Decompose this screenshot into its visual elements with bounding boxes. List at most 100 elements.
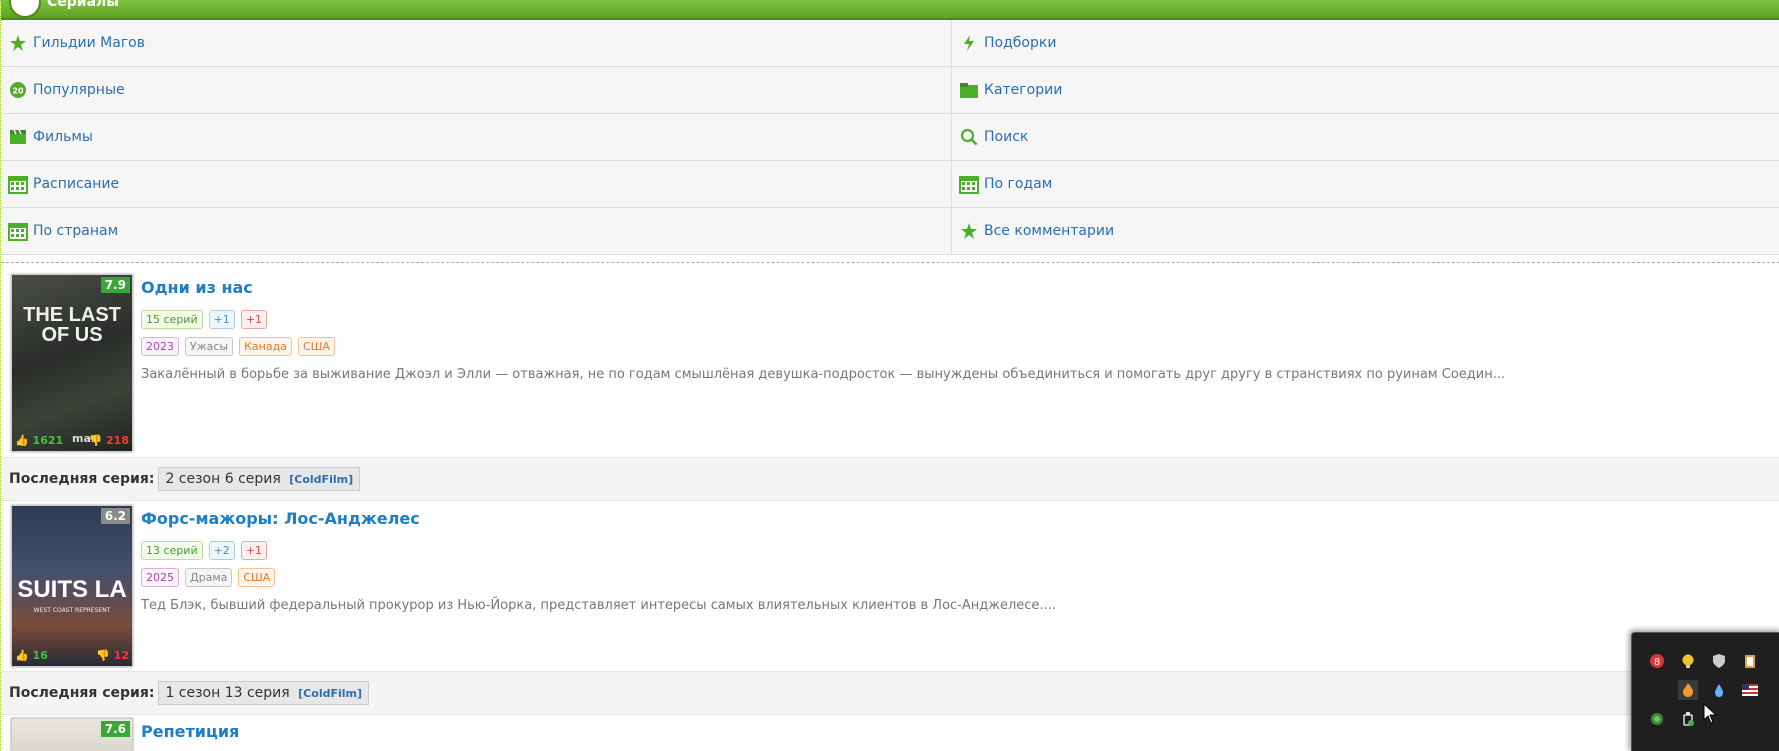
show-card: THE LAST OF US max 7.9 👍 1621 👎 218 Одни… <box>1 270 1779 460</box>
last-episode-bar: Последняя серия: 2 сезон 6 серия [ColdFi… <box>1 457 1779 501</box>
svg-text:8: 8 <box>1654 657 1660 668</box>
show-title-link[interactable]: Репетиция <box>141 722 239 741</box>
nav-link[interactable]: Фильмы <box>33 129 93 145</box>
nav-link[interactable]: Все комментарии <box>984 223 1114 239</box>
drop-icon[interactable] <box>1709 680 1729 700</box>
year-tag[interactable]: 2023 <box>141 337 179 356</box>
header-title: Сериалы <box>47 0 119 10</box>
plus-badge: +1 <box>240 310 268 329</box>
last-episode-label: Последняя серия: <box>9 471 155 487</box>
header-bar: Сериалы <box>1 0 1779 20</box>
thumbs-down-icon: 👎 <box>88 434 103 447</box>
likes-count[interactable]: 👍 1621 <box>15 434 63 447</box>
last-episode-label: Последняя серия: <box>9 685 155 701</box>
nav-item-by-countries[interactable]: По странам <box>1 208 951 254</box>
nav-link[interactable]: Расписание <box>33 176 119 192</box>
flame-app-icon[interactable] <box>1678 680 1698 700</box>
episode-count-badge: 15 серий <box>141 310 203 329</box>
rating-badge: 7.9 <box>100 277 130 293</box>
likes-value: 16 <box>32 649 48 662</box>
nav-item-by-years[interactable]: По годам <box>951 161 1779 207</box>
thumbs-down-icon: 👎 <box>96 649 110 662</box>
nav-item-popular[interactable]: 20 Популярные <box>1 67 951 113</box>
nav-item-schedule[interactable]: Расписание <box>1 161 951 207</box>
calendar-icon <box>958 173 980 195</box>
nav-row: Гильдии Магов Подборки <box>1 20 1779 67</box>
nav-link[interactable]: По годам <box>984 176 1052 192</box>
mouse-cursor <box>1703 702 1718 729</box>
rating-badge: 6.2 <box>100 508 130 524</box>
show-card: 7.6 Репетиция <box>1 714 1779 751</box>
nav-link[interactable]: Подборки <box>984 35 1056 51</box>
shield-icon[interactable] <box>1709 651 1729 671</box>
country-tag[interactable]: США <box>297 337 335 356</box>
svg-text:20: 20 <box>12 87 24 96</box>
plus-badge: +1 <box>240 541 268 560</box>
clapperboard-icon <box>7 126 29 148</box>
clipboard-icon[interactable] <box>1740 651 1760 671</box>
episode-badges: 13 серий +2 +1 <box>141 541 268 560</box>
nav-link[interactable]: Поиск <box>984 129 1028 145</box>
show-description: Закалённый в борьбе за выживание Джоэл и… <box>141 367 1506 382</box>
last-episode-bar: Последняя серия: 1 сезон 13 серия [ColdF… <box>1 671 1779 715</box>
show-title-link[interactable]: Одни из нас <box>141 278 253 297</box>
nav-link[interactable]: Категории <box>984 82 1062 98</box>
network-icon[interactable] <box>1647 709 1667 729</box>
poster-image[interactable]: SUITS LA WEST COAST REPRESENT 6.2 👍 16 👎… <box>11 505 133 667</box>
country-tag[interactable]: США <box>238 568 276 587</box>
last-episode-value: 2 сезон 6 серия [ColdFilm] <box>158 467 361 491</box>
nav-item-all-comments[interactable]: Все комментарии <box>951 208 1779 254</box>
poster-title-art: SUITS LA <box>17 576 127 603</box>
nav-item-guilds[interactable]: Гильдии Магов <box>1 20 951 66</box>
flag-us-icon[interactable] <box>1740 680 1760 700</box>
last-episode-source[interactable]: [ColdFilm] <box>289 473 353 486</box>
search-icon <box>958 126 980 148</box>
folder-icon <box>958 79 980 101</box>
nav-row: По странам Все комментарии <box>1 208 1779 255</box>
usb-eject-icon[interactable] <box>1678 709 1698 729</box>
nav-link[interactable]: Гильдии Магов <box>33 35 145 51</box>
plus-badge: +2 <box>208 541 235 560</box>
system-tray-overflow: 8 <box>1631 632 1779 751</box>
genre-tag[interactable]: Ужасы <box>185 337 234 356</box>
dislikes-count[interactable]: 👎 12 <box>96 649 129 662</box>
last-episode-source[interactable]: [ColdFilm] <box>298 687 362 700</box>
calendar-icon <box>7 173 29 195</box>
likes-count[interactable]: 👍 16 <box>15 649 48 662</box>
last-episode-value: 1 сезон 13 серия [ColdFilm] <box>158 681 370 705</box>
popular-20-icon: 20 <box>7 79 29 101</box>
genre-tag[interactable]: Драма <box>185 568 233 587</box>
dislikes-count[interactable]: 👎 218 <box>88 434 129 447</box>
poster-image[interactable]: THE LAST OF US max 7.9 👍 1621 👎 218 <box>11 274 133 452</box>
tag-badges: 2025 Драма США <box>141 568 276 587</box>
nav-item-movies[interactable]: Фильмы <box>1 114 951 160</box>
show-title-link[interactable]: Форс-мажоры: Лос-Анджелес <box>141 509 420 528</box>
nav-row: Расписание По годам <box>1 161 1779 208</box>
last-episode-text: 1 сезон 13 серия <box>165 685 290 701</box>
thumbs-up-icon: 👍 <box>15 434 29 447</box>
poster-image[interactable]: 7.6 <box>11 718 133 751</box>
divider <box>1 262 1779 263</box>
show-card: SUITS LA WEST COAST REPRESENT 6.2 👍 16 👎… <box>1 501 1779 671</box>
poster-title-art: THE LAST OF US <box>23 304 121 346</box>
country-tag[interactable]: Канада <box>239 337 292 356</box>
nav-link[interactable]: Популярные <box>33 82 125 98</box>
year-tag[interactable]: 2025 <box>141 568 179 587</box>
nav-item-collections[interactable]: Подборки <box>951 20 1779 66</box>
dislikes-value: 218 <box>106 434 129 447</box>
nav-link[interactable]: По странам <box>33 223 118 239</box>
show-description: Тед Блэк, бывший федеральный прокурор из… <box>141 598 1056 613</box>
calendar-icon <box>7 220 29 242</box>
page: Сериалы Гильдии Магов Подборки 20 Популя… <box>0 0 1779 751</box>
thumbs-up-icon: 👍 <box>15 649 29 662</box>
bulb-icon[interactable] <box>1678 651 1698 671</box>
guard-icon[interactable]: 8 <box>1647 651 1667 671</box>
nav-row: Фильмы Поиск <box>1 114 1779 161</box>
site-logo-icon[interactable] <box>9 0 41 18</box>
star-sparkle-icon <box>958 220 980 242</box>
nav-item-categories[interactable]: Категории <box>951 67 1779 113</box>
nav-item-search[interactable]: Поиск <box>951 114 1779 160</box>
dislikes-value: 12 <box>113 649 129 662</box>
tag-badges: 2023 Ужасы Канада США <box>141 337 335 356</box>
episode-count-badge: 13 серий <box>141 541 203 560</box>
